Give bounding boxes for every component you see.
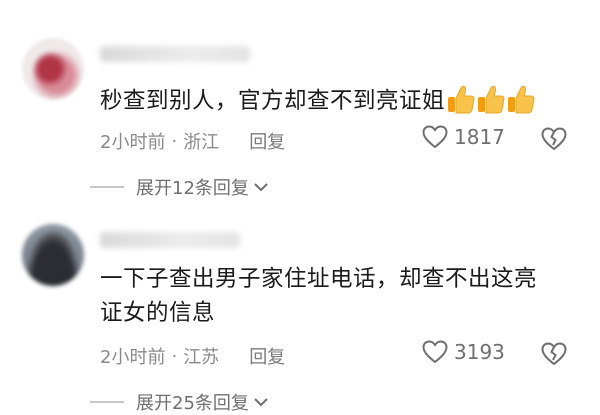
meta-separator: · <box>171 130 178 152</box>
comment-meta: 2小时前 · 江苏 回复 <box>100 343 285 369</box>
chevron-down-icon <box>254 398 268 407</box>
comment-text-body: 秒查到别人，官方却查不到亮证姐 <box>100 88 446 114</box>
comment-time: 2小时前 <box>100 132 166 153</box>
like-button[interactable]: 3193 <box>422 340 505 364</box>
chevron-down-icon <box>254 183 268 192</box>
heart-icon <box>422 125 448 149</box>
dislike-button[interactable] <box>540 127 568 155</box>
comment-text: 一下子查出男子家住址电话，却查不出这亮 证女的信息 <box>100 262 580 330</box>
meta-separator: · <box>171 345 178 367</box>
emoji-group <box>447 84 535 114</box>
thumbs-up-icon <box>508 85 535 114</box>
comment-location: 浙江 <box>183 132 220 153</box>
dislike-button[interactable] <box>540 342 568 370</box>
like-count: 1817 <box>454 125 505 149</box>
comment-meta: 2小时前 · 浙江 回复 <box>100 128 285 154</box>
reply-button[interactable]: 回复 <box>249 343 285 369</box>
thumbs-up-icon <box>478 85 505 114</box>
broken-heart-icon <box>541 342 567 366</box>
expand-replies-button[interactable]: 展开25条回复 <box>90 389 269 415</box>
divider-line <box>90 186 124 188</box>
comment-text-line: 证女的信息 <box>100 300 216 326</box>
divider-line <box>90 401 124 403</box>
heart-icon <box>422 340 448 364</box>
expand-replies-button[interactable]: 展开12条回复 <box>90 174 269 200</box>
username-blurred[interactable] <box>100 46 250 62</box>
expand-replies-label: 展开25条回复 <box>136 393 249 414</box>
avatar[interactable] <box>22 38 84 100</box>
username-blurred[interactable] <box>100 232 240 248</box>
comment-time: 2小时前 <box>100 347 166 368</box>
broken-heart-icon <box>541 127 567 151</box>
like-count: 3193 <box>454 340 505 364</box>
like-button[interactable]: 1817 <box>422 125 505 149</box>
avatar[interactable] <box>22 224 84 286</box>
comment-location: 江苏 <box>183 347 220 368</box>
expand-replies-label: 展开12条回复 <box>136 178 249 199</box>
thumbs-up-icon <box>448 85 475 114</box>
comment-text: 秒查到别人，官方却查不到亮证姐 <box>100 84 580 118</box>
reply-button[interactable]: 回复 <box>249 128 285 154</box>
comment-text-line: 一下子查出男子家住址电话，却查不出这亮 <box>100 266 538 292</box>
